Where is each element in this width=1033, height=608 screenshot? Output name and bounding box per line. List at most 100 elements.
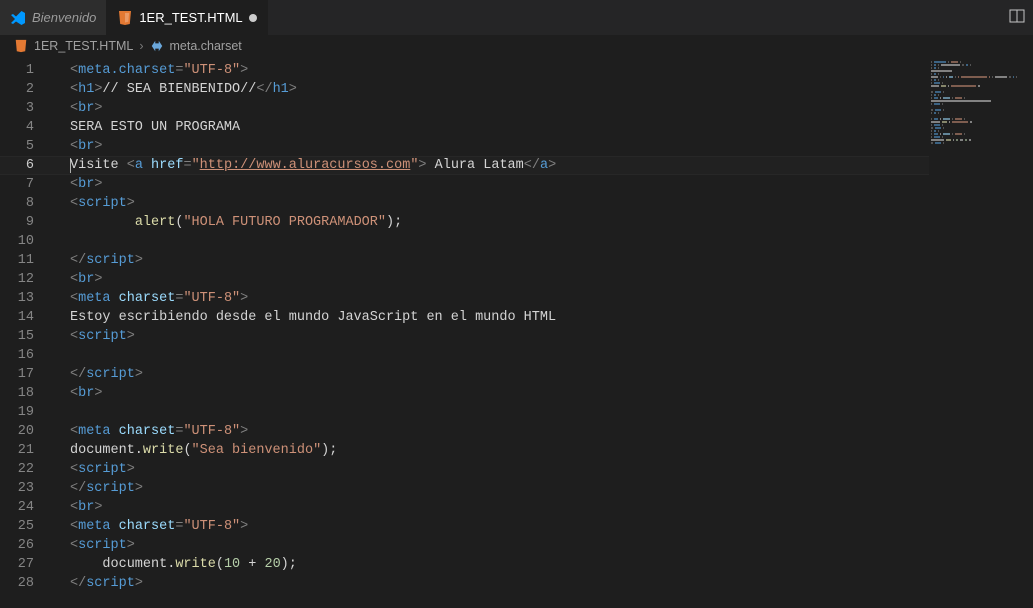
- line-number: 7: [0, 175, 52, 194]
- code-line[interactable]: <script>: [70, 536, 929, 555]
- code-line[interactable]: </script>: [70, 574, 929, 593]
- code-line[interactable]: document.write("Sea bienvenido");: [70, 441, 929, 460]
- breadcrumb-symbol[interactable]: meta.charset: [170, 39, 242, 53]
- minimap-line: [931, 124, 1019, 126]
- code-line[interactable]: [70, 403, 929, 422]
- minimap-line: [931, 130, 1019, 132]
- dirty-indicator-icon: [249, 14, 257, 22]
- minimap-line: [931, 100, 1019, 102]
- vscode-icon: [10, 10, 26, 26]
- code-line[interactable]: <script>: [70, 327, 929, 346]
- minimap-line: [931, 109, 1019, 111]
- code-line[interactable]: <meta charset="UTF-8">: [70, 289, 929, 308]
- line-number: 3: [0, 99, 52, 118]
- line-number-gutter: 1234567891011121314151617181920212223242…: [0, 61, 52, 593]
- minimap-line: [931, 85, 1019, 87]
- tab-label: Bienvenido: [32, 10, 96, 25]
- minimap-line: [931, 106, 1019, 108]
- minimap-line: [931, 79, 1019, 81]
- line-number: 26: [0, 536, 52, 555]
- minimap-line: [931, 139, 1019, 141]
- code-line[interactable]: </script>: [70, 479, 929, 498]
- line-number: 10: [0, 232, 52, 251]
- code-line[interactable]: <br>: [70, 99, 929, 118]
- line-number: 17: [0, 365, 52, 384]
- line-number: 4: [0, 118, 52, 137]
- minimap-line: [931, 73, 1019, 75]
- minimap-line: [931, 118, 1019, 120]
- code-line[interactable]: [70, 346, 929, 365]
- code-line[interactable]: <meta.charset="UTF-8">: [70, 61, 929, 80]
- minimap-line: [931, 142, 1019, 144]
- minimap-line: [931, 136, 1019, 138]
- line-number: 6: [0, 156, 52, 175]
- minimap-line: [931, 127, 1019, 129]
- code-line[interactable]: alert("HOLA FUTURO PROGRAMADOR");: [70, 213, 929, 232]
- code-line[interactable]: document.write(10 + 20);: [70, 555, 929, 574]
- breadcrumb-file[interactable]: 1ER_TEST.HTML: [34, 39, 133, 53]
- editor-actions: [1009, 0, 1033, 35]
- minimap-line: [931, 97, 1019, 99]
- minimap-line: [931, 70, 1019, 72]
- line-number: 27: [0, 555, 52, 574]
- line-number: 11: [0, 251, 52, 270]
- chevron-right-icon: ›: [139, 39, 143, 53]
- code-line[interactable]: Estoy escribiendo desde el mundo JavaScr…: [70, 308, 929, 327]
- code-content[interactable]: <meta.charset="UTF-8"><h1>// SEA BIENBEN…: [70, 61, 929, 593]
- line-number: 22: [0, 460, 52, 479]
- code-line[interactable]: <meta charset="UTF-8">: [70, 517, 929, 536]
- line-number: 1: [0, 61, 52, 80]
- minimap-line: [931, 64, 1019, 66]
- tab-1er-test[interactable]: 1ER_TEST.HTML: [107, 0, 267, 35]
- minimap-line: [931, 115, 1019, 117]
- code-line[interactable]: <br>: [70, 175, 929, 194]
- minimap-line: [931, 61, 1019, 63]
- minimap-line: [931, 88, 1019, 90]
- editor[interactable]: 1234567891011121314151617181920212223242…: [0, 57, 1033, 608]
- line-number: 24: [0, 498, 52, 517]
- minimap-line: [931, 112, 1019, 114]
- line-number: 20: [0, 422, 52, 441]
- minimap-line: [931, 121, 1019, 123]
- breadcrumb[interactable]: 1ER_TEST.HTML › meta.charset: [0, 35, 1033, 57]
- code-line[interactable]: <h1>// SEA BIENBENIDO//</h1>: [70, 80, 929, 99]
- code-line[interactable]: </script>: [70, 365, 929, 384]
- line-number: 5: [0, 137, 52, 156]
- line-number: 16: [0, 346, 52, 365]
- minimap-line: [931, 67, 1019, 69]
- line-number: 19: [0, 403, 52, 422]
- minimap[interactable]: [931, 61, 1019, 145]
- line-number: 9: [0, 213, 52, 232]
- minimap-line: [931, 103, 1019, 105]
- line-number: 23: [0, 479, 52, 498]
- html-icon: [14, 39, 28, 53]
- minimap-line: [931, 94, 1019, 96]
- minimap-line: [931, 91, 1019, 93]
- code-line[interactable]: <script>: [70, 194, 929, 213]
- code-line[interactable]: <br>: [70, 137, 929, 156]
- tab-bienvenido[interactable]: Bienvenido: [0, 0, 107, 35]
- line-number: 18: [0, 384, 52, 403]
- tab-label: 1ER_TEST.HTML: [139, 10, 242, 25]
- code-line[interactable]: Visite <a href="http://www.aluracursos.c…: [70, 156, 929, 175]
- minimap-line: [931, 76, 1019, 78]
- html-icon: [117, 10, 133, 26]
- line-number: 28: [0, 574, 52, 593]
- code-line[interactable]: [70, 232, 929, 251]
- code-line[interactable]: <br>: [70, 498, 929, 517]
- line-number: 8: [0, 194, 52, 213]
- code-line[interactable]: </script>: [70, 251, 929, 270]
- code-line[interactable]: <meta charset="UTF-8">: [70, 422, 929, 441]
- line-number: 21: [0, 441, 52, 460]
- code-line[interactable]: <script>: [70, 460, 929, 479]
- tab-bar: Bienvenido 1ER_TEST.HTML: [0, 0, 1033, 35]
- line-number: 25: [0, 517, 52, 536]
- brackets-icon: [150, 39, 164, 53]
- code-line[interactable]: SERA ESTO UN PROGRAMA: [70, 118, 929, 137]
- line-number: 14: [0, 308, 52, 327]
- split-editor-icon[interactable]: [1009, 8, 1025, 27]
- code-line[interactable]: <br>: [70, 270, 929, 289]
- code-line[interactable]: <br>: [70, 384, 929, 403]
- line-number: 12: [0, 270, 52, 289]
- line-number: 2: [0, 80, 52, 99]
